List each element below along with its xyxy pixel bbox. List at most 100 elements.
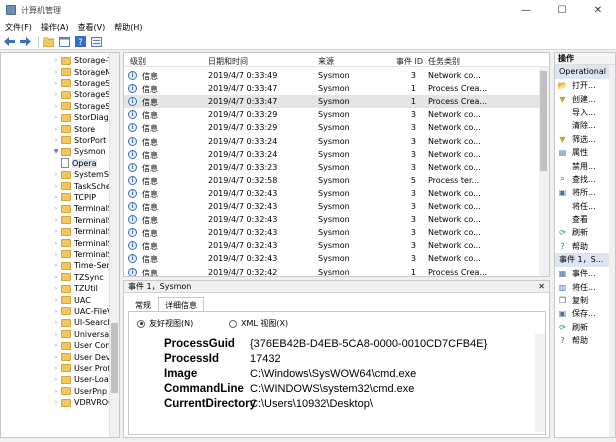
actions-scrollbar[interactable]	[609, 65, 615, 437]
event-row[interactable]: i 信息 2019/4/7 0:32:43 Sysmon 3 Network co...	[124, 213, 540, 226]
actions-section-operational[interactable]: Operational	[555, 65, 615, 79]
event-row[interactable]: i 信息 2019/4/7 0:32:43 Sysmon 3 Network co...	[124, 252, 540, 265]
tree-item[interactable]: › UserPnp	[51, 386, 107, 397]
collapse-arrow-icon[interactable]: ▼	[51, 148, 61, 155]
scroll-thumb[interactable]	[111, 323, 118, 393]
action-item[interactable]: ? 帮助	[555, 334, 615, 347]
action-item[interactable]: 将任...	[555, 200, 615, 213]
tree-item[interactable]: › StorageSp	[51, 89, 116, 100]
action-item[interactable]: 导入...	[555, 106, 615, 119]
expand-arrow-icon[interactable]: ›	[51, 194, 61, 201]
properties-icon[interactable]	[90, 35, 103, 48]
expand-arrow-icon[interactable]: ›	[51, 262, 61, 269]
expand-arrow-icon[interactable]: ›	[51, 205, 61, 212]
minimize-button[interactable]: —	[508, 0, 544, 20]
expand-arrow-icon[interactable]: ›	[51, 308, 61, 315]
tree-item[interactable]: › TerminalS	[51, 237, 113, 248]
event-row[interactable]: i 信息 2019/4/7 0:32:43 Sysmon 3 Network co...	[124, 239, 540, 252]
tree-item[interactable]: › TerminalS	[51, 226, 113, 237]
expand-arrow-icon[interactable]: ›	[51, 285, 61, 292]
event-row[interactable]: i 信息 2019/4/7 0:32:43 Sysmon 3 Network co...	[124, 200, 540, 213]
tree-item[interactable]: › StorageSp	[51, 78, 116, 89]
event-row[interactable]: i 信息 2019/4/7 0:33:49 Sysmon 3 Network co...	[124, 69, 540, 82]
forward-icon[interactable]	[19, 35, 32, 48]
tree-item[interactable]: › UniversalT	[51, 329, 116, 340]
event-row[interactable]: i 信息 2019/4/7 0:33:23 Sysmon 3 Network co...	[124, 161, 540, 174]
tree-item[interactable]: › UAC-FileV	[51, 306, 113, 317]
event-row[interactable]: i 信息 2019/4/7 0:32:43 Sysmon 3 Network co...	[124, 187, 540, 200]
expand-arrow-icon[interactable]: ›	[51, 399, 61, 406]
menu-help[interactable]: 帮助(H)	[109, 22, 146, 33]
close-button[interactable]: ✕	[580, 0, 616, 20]
event-row[interactable]: i 信息 2019/4/7 0:32:58 Sysmon 5 Process ter...	[124, 174, 540, 187]
maximize-button[interactable]: ☐	[544, 0, 580, 20]
expand-arrow-icon[interactable]: ›	[51, 376, 61, 383]
column-task-category[interactable]: 任务类别	[428, 56, 460, 67]
tree-item[interactable]: › User Devi	[51, 351, 113, 362]
scroll-thumb[interactable]	[540, 71, 547, 171]
action-item[interactable]: ▤ 属性	[555, 146, 615, 159]
expand-arrow-icon[interactable]: ›	[51, 137, 61, 144]
column-datetime[interactable]: 日期和时间	[208, 56, 248, 67]
action-item[interactable]: 清除...	[555, 119, 615, 132]
expand-arrow-icon[interactable]: ›	[51, 388, 61, 395]
tab-general[interactable]: 常规	[128, 297, 158, 311]
event-row[interactable]: i 信息 2019/4/7 0:33:29 Sysmon 3 Network co...	[124, 121, 540, 134]
expand-arrow-icon[interactable]: ›	[51, 91, 61, 98]
help-icon[interactable]: ?	[74, 35, 87, 48]
menu-action[interactable]: 操作(A)	[36, 22, 73, 33]
tree-item[interactable]: › TerminalS	[51, 215, 113, 226]
expand-arrow-icon[interactable]: ›	[51, 331, 61, 338]
expand-arrow-icon[interactable]: ›	[51, 126, 61, 133]
action-item[interactable]: 查看	[555, 213, 615, 226]
expand-arrow-icon[interactable]: ›	[51, 80, 61, 87]
tree-item[interactable]: › StorageSp	[51, 101, 116, 112]
menu-view[interactable]: 查看(V)	[73, 22, 110, 33]
column-level[interactable]: 级别	[130, 56, 146, 67]
action-item[interactable]: ▥ 将任...	[555, 280, 615, 293]
back-icon[interactable]	[3, 35, 16, 48]
action-item[interactable]: ▼ 筛选...	[555, 133, 615, 146]
event-row[interactable]: i 信息 2019/4/7 0:33:47 Sysmon 1 Process Crea..…	[124, 95, 540, 109]
event-row[interactable]: i 信息 2019/4/7 0:32:42 Sysmon 1 Process Crea..…	[124, 266, 540, 276]
action-item[interactable]: ? 帮助	[555, 240, 615, 253]
tree-item[interactable]: › UAC	[51, 294, 91, 305]
action-item[interactable]: ▣ 将所...	[555, 186, 615, 199]
action-item[interactable]: ▦ 事件...	[555, 267, 615, 280]
event-row[interactable]: i 信息 2019/4/7 0:33:29 Sysmon 3 Network co...	[124, 108, 540, 121]
tree-item[interactable]: › SystemSe	[51, 169, 114, 180]
xml-view-radio[interactable]: XML 视图(X)	[229, 318, 288, 329]
action-item[interactable]: ⌕ 查找...	[555, 173, 615, 186]
tree-scrollbar[interactable]	[109, 53, 119, 437]
tree-item[interactable]: ▼ Sysmon	[51, 146, 106, 157]
expand-arrow-icon[interactable]: ›	[51, 297, 61, 304]
tree-item[interactable]: › StorPort	[51, 135, 106, 146]
expand-arrow-icon[interactable]: ›	[51, 251, 61, 258]
tree-item[interactable]: › TZUtil	[51, 283, 98, 294]
tree-item[interactable]: › User Profi	[51, 363, 113, 374]
tree-item[interactable]: › Time-Serv	[51, 260, 115, 271]
expand-arrow-icon[interactable]: ›	[51, 274, 61, 281]
expand-arrow-icon[interactable]: ›	[51, 171, 61, 178]
tree-item[interactable]: Opera	[61, 158, 97, 169]
tree-item[interactable]: › StorDiag	[51, 112, 109, 123]
expand-arrow-icon[interactable]: ›	[51, 228, 61, 235]
tree-item[interactable]: › TerminalS	[51, 203, 113, 214]
event-row[interactable]: i 信息 2019/4/7 0:33:24 Sysmon 3 Network co...	[124, 148, 540, 161]
tree-item[interactable]: › UI-Search	[51, 317, 113, 328]
event-row[interactable]: i 信息 2019/4/7 0:32:43 Sysmon 3 Network co...	[124, 226, 540, 239]
show-hide-tree-icon[interactable]	[58, 35, 71, 48]
tree-item[interactable]: › TerminalS	[51, 249, 113, 260]
tree-item[interactable]: › User-Load	[51, 374, 114, 385]
up-folder-icon[interactable]	[42, 35, 55, 48]
event-list-scrollbar[interactable]	[539, 67, 549, 276]
friendly-view-radio[interactable]: 友好视图(N)	[137, 318, 193, 329]
action-item[interactable]: ▣ 保存...	[555, 307, 615, 320]
event-row[interactable]: i 信息 2019/4/7 0:33:47 Sysmon 1 Process Crea..…	[124, 82, 540, 95]
expand-arrow-icon[interactable]: ›	[51, 114, 61, 121]
tree-item[interactable]: › VDRVROC	[51, 397, 114, 408]
action-item[interactable]: 📂 打开...	[555, 79, 615, 92]
menu-file[interactable]: 文件(F)	[0, 22, 36, 33]
expand-arrow-icon[interactable]: ›	[51, 342, 61, 349]
expand-arrow-icon[interactable]: ›	[51, 240, 61, 247]
